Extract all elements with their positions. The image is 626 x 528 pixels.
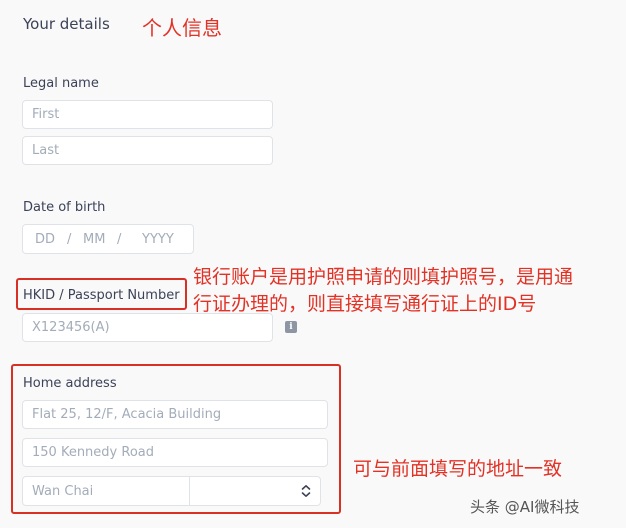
last-name-input[interactable]: Last — [22, 136, 273, 165]
hkid-annotation-line2: 行证办理的，则直接填写通行证上的ID号 — [193, 293, 537, 315]
dob-separator: / — [67, 231, 72, 247]
hkid-placeholder: X123456(A) — [32, 320, 110, 335]
address-line1-placeholder: Flat 25, 12/F, Acacia Building — [32, 407, 222, 422]
hkid-input[interactable]: X123456(A) — [22, 313, 273, 342]
section-annotation: 个人信息 — [142, 16, 222, 40]
home-address-label: Home address — [23, 376, 117, 391]
dob-month-input[interactable]: MM — [83, 232, 105, 247]
dob-field[interactable]: DD / MM / YYYY — [22, 224, 194, 254]
watermark: 头条 @AI微科技 — [470, 498, 580, 516]
district-placeholder: Wan Chai — [32, 483, 94, 499]
address-line2-input[interactable]: 150 Kennedy Road — [22, 438, 328, 467]
address-annotation: 可与前面填写的地址一致 — [353, 458, 563, 480]
dob-label: Date of birth — [23, 200, 106, 215]
info-icon[interactable]: i — [285, 321, 297, 333]
first-name-input[interactable]: First — [22, 100, 273, 129]
dob-day-input[interactable]: DD — [35, 232, 55, 247]
district-input[interactable]: Wan Chai — [22, 476, 190, 506]
dob-year-input[interactable]: YYYY — [142, 232, 174, 247]
legal-name-label: Legal name — [23, 76, 99, 91]
select-chevron-icon — [301, 485, 311, 497]
address-line1-input[interactable]: Flat 25, 12/F, Acacia Building — [22, 400, 328, 429]
hkid-annotation-line1: 银行账户是用护照申请的则填护照号，是用通 — [193, 266, 574, 288]
section-title: Your details — [23, 15, 110, 33]
district-select[interactable] — [189, 476, 321, 506]
dob-separator: / — [117, 231, 122, 247]
hkid-label: HKID / Passport Number — [23, 288, 180, 303]
address-line2-placeholder: 150 Kennedy Road — [32, 445, 154, 460]
first-name-placeholder: First — [32, 107, 60, 122]
last-name-placeholder: Last — [32, 143, 60, 158]
